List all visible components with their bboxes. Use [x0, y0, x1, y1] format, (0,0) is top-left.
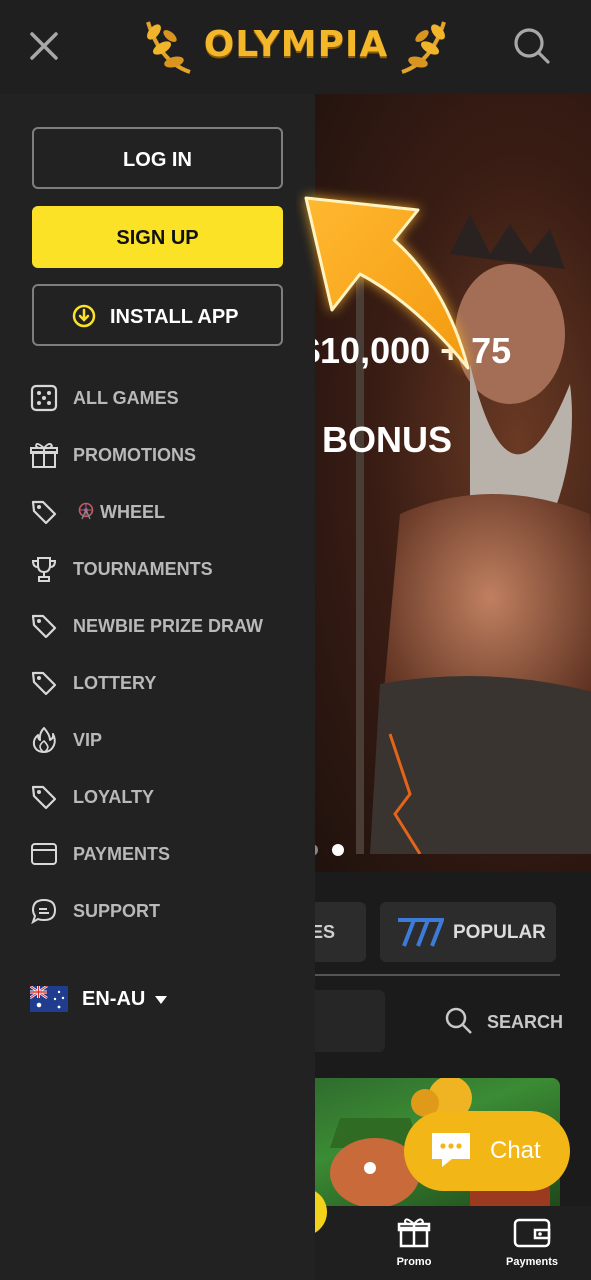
- game-search-label: SEARCH: [487, 1012, 564, 1032]
- australia-flag-icon: [30, 986, 68, 1012]
- menu-item-label: LOTTERY: [73, 673, 157, 693]
- install-app-button[interactable]: INSTALL APP: [32, 284, 283, 346]
- hero-bonus-title: T BONUS: [300, 419, 591, 461]
- top-header: OLYMPIA: [0, 0, 591, 94]
- nav-payments[interactable]: Payments: [492, 1212, 572, 1276]
- menu-item-label: SUPPORT: [73, 901, 161, 921]
- game-search-button[interactable]: SEARCH: [444, 1006, 574, 1036]
- wallet-icon: [513, 1218, 551, 1248]
- menu-item-tournaments[interactable]: TOURNAMENTS: [30, 549, 300, 589]
- chat-icon: [432, 1133, 470, 1167]
- trophy-icon: [31, 557, 57, 582]
- nav-promo[interactable]: Promo: [374, 1212, 454, 1276]
- tag-icon: [31, 500, 57, 525]
- tag-icon: [31, 785, 57, 810]
- laurel-right-icon: [401, 21, 446, 74]
- caret-down-icon: [155, 996, 167, 1004]
- menu-item-wheel[interactable]: WHEEL: [30, 492, 300, 532]
- olympia-logo[interactable]: OLYMPIA: [140, 10, 452, 80]
- sevens-icon: [398, 918, 444, 947]
- tab-popular-label: POPULAR: [453, 922, 546, 943]
- signup-label: SIGN UP: [116, 227, 199, 249]
- chat-button[interactable]: Chat: [404, 1111, 570, 1191]
- menu-item-label: TOURNAMENTS: [73, 559, 213, 579]
- gift-icon: [30, 443, 58, 468]
- menu-item-label: PAYMENTS: [73, 844, 171, 864]
- menu-item-label: WHEEL: [100, 502, 165, 522]
- menu-item-support[interactable]: SUPPORT: [30, 891, 300, 931]
- menu-item-promotions[interactable]: PROMOTIONS: [30, 435, 300, 475]
- hero-bonus-text: T BONUS: [300, 419, 452, 460]
- tabs-divider: [300, 974, 560, 976]
- menu-item-loyalty[interactable]: LOYALTY: [30, 777, 300, 817]
- pointer-arrow-icon: [304, 196, 470, 370]
- bottom-nav: Promo Payments: [300, 1206, 591, 1280]
- language-selector[interactable]: EN-AU: [30, 984, 190, 1018]
- side-menu: LOG IN SIGN UP INSTALL APP ALL GAMES PRO…: [0, 94, 315, 1280]
- search-icon[interactable]: [510, 24, 554, 68]
- menu-item-vip[interactable]: VIP: [30, 720, 300, 760]
- login-label: LOG IN: [123, 149, 192, 171]
- menu-item-newbie-prize-draw[interactable]: NEWBIE PRIZE DRAW: [30, 606, 300, 646]
- nav-payments-label: Payments: [506, 1256, 558, 1268]
- menu-item-payments[interactable]: PAYMENTS: [30, 834, 300, 874]
- chat-label: Chat: [490, 1137, 541, 1164]
- menu-item-label: NEWBIE PRIZE DRAW: [73, 616, 264, 636]
- search-icon: [445, 1007, 472, 1034]
- menu-item-lottery[interactable]: LOTTERY: [30, 663, 300, 703]
- tab-popular[interactable]: POPULAR: [380, 902, 556, 962]
- laurel-left-icon: [146, 21, 191, 74]
- menu-item-label: ALL GAMES: [73, 388, 179, 408]
- install-app-label: INSTALL APP: [110, 306, 239, 328]
- menu-item-all-games[interactable]: ALL GAMES: [30, 378, 300, 418]
- language-label: EN-AU: [82, 988, 146, 1010]
- ferris-wheel-icon: [78, 502, 94, 520]
- wallet-icon: [31, 843, 57, 865]
- login-button[interactable]: LOG IN: [32, 127, 283, 189]
- menu-item-label: PROMOTIONS: [73, 445, 197, 465]
- flame-icon: [32, 727, 56, 753]
- menu-item-label: VIP: [73, 730, 103, 750]
- tag-icon: [31, 614, 57, 639]
- signup-button[interactable]: SIGN UP: [32, 206, 283, 268]
- carousel-dot-active[interactable]: [332, 844, 344, 856]
- tag-icon: [31, 671, 57, 696]
- menu-item-label: LOYALTY: [73, 787, 155, 807]
- dice-icon: [30, 384, 58, 412]
- nav-promo-label: Promo: [396, 1256, 432, 1268]
- chat-bubble-icon: [31, 898, 57, 925]
- gift-icon: [397, 1218, 431, 1248]
- close-icon[interactable]: [24, 26, 64, 66]
- logo-text: OLYMPIA: [203, 24, 389, 65]
